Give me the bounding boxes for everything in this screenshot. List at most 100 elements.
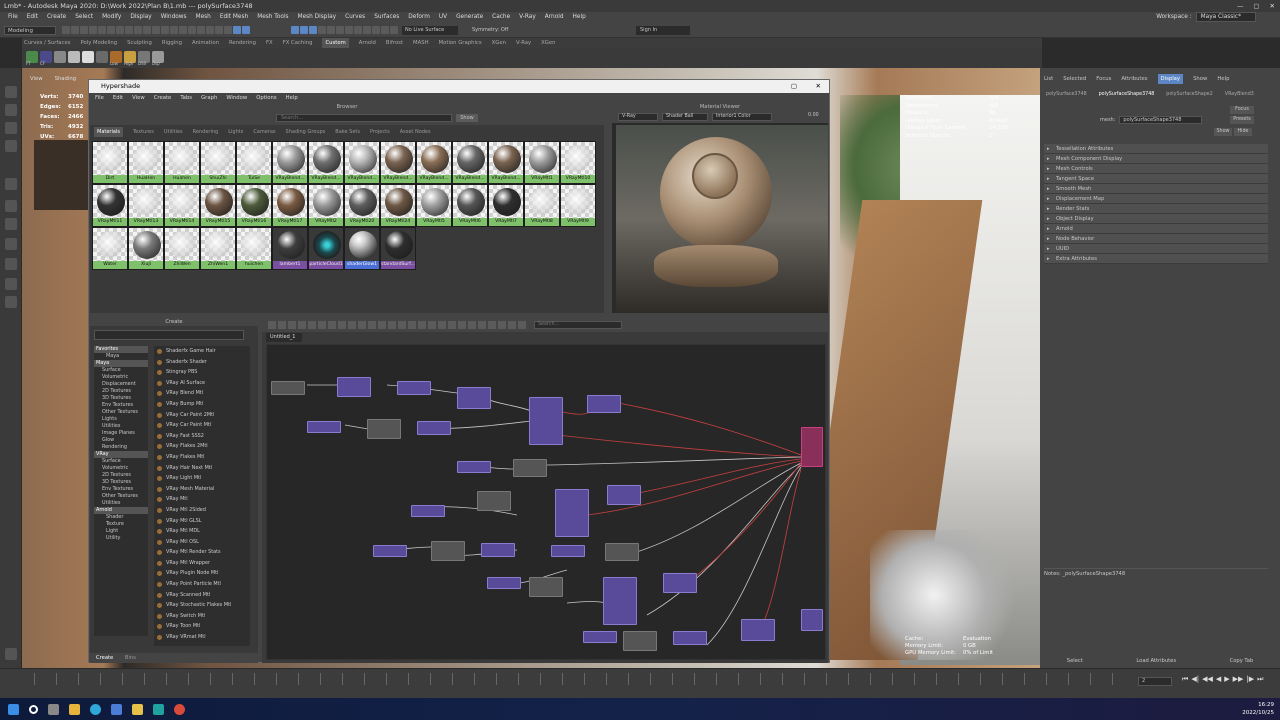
maximize-icon[interactable]: ▢ [1253, 0, 1259, 12]
status-tool-icon[interactable] [336, 26, 344, 34]
graph-tool-icon[interactable] [338, 321, 346, 329]
playback-icon[interactable]: ◀◀ [1202, 675, 1213, 684]
material-swatch[interactable]: VRayBlend... [272, 141, 308, 184]
tree-item-3d-textures[interactable]: 3D Textures [94, 479, 148, 486]
graph-node[interactable] [605, 543, 639, 561]
task-view-icon[interactable] [48, 703, 59, 715]
shelf-tab-v-ray[interactable]: V-Ray [516, 38, 531, 48]
material-swatch[interactable]: VRayBlend... [344, 141, 380, 184]
maya-icon[interactable] [153, 703, 164, 715]
material-swatch[interactable]: VRayMtl16 [236, 184, 272, 227]
tool-icon[interactable] [5, 86, 17, 98]
graph-node[interactable] [551, 545, 585, 557]
graph-node[interactable] [373, 545, 407, 557]
menu-mesh-tools[interactable]: Mesh Tools [257, 12, 288, 23]
tool-icon[interactable] [5, 200, 17, 212]
sign-in-button[interactable]: Sign In [636, 26, 690, 35]
graph-tool-icon[interactable] [358, 321, 366, 329]
create-node-item[interactable]: Shaderfx Shader [154, 357, 250, 368]
hypershade-menu-file[interactable]: File [95, 93, 104, 103]
hypershade-menu-graph[interactable]: Graph [201, 93, 217, 103]
graph-tool-icon[interactable] [478, 321, 486, 329]
status-tool-icon[interactable] [98, 26, 106, 34]
create-node-item[interactable]: VRay Mtl 2Sided [154, 505, 250, 516]
create-node-item[interactable]: VRay Mesh Material [154, 484, 250, 495]
graph-node[interactable] [555, 489, 589, 537]
status-tool-icon[interactable] [71, 26, 79, 34]
playback-icon[interactable]: ◀| [1191, 675, 1199, 684]
graph-node[interactable] [603, 577, 637, 625]
graph-node[interactable] [741, 619, 775, 641]
graph-tool-icon[interactable] [268, 321, 276, 329]
create-node-item[interactable]: VRay Mtl MDL [154, 526, 250, 537]
graph-tool-icon[interactable] [348, 321, 356, 329]
material-swatch[interactable]: VRayMtl2 [308, 184, 344, 227]
tree-item-2d-textures[interactable]: 2D Textures [94, 388, 148, 395]
graph-tool-icon[interactable] [318, 321, 326, 329]
create-node-item[interactable]: VRay Bump Mtl [154, 399, 250, 410]
material-swatch[interactable]: VRayMtl14 [164, 184, 200, 227]
material-swatch[interactable]: VRayMtl8 [524, 184, 560, 227]
graph-node[interactable] [457, 387, 491, 409]
playback-icon[interactable]: ⏭ [1257, 675, 1263, 684]
menu-cache[interactable]: Cache [492, 12, 510, 23]
chrome-icon[interactable] [174, 703, 185, 715]
ae-menu-attributes[interactable]: Attributes [1121, 74, 1147, 84]
tree-item-light[interactable]: Light [94, 528, 148, 535]
shelf-tab-curves-surfaces[interactable]: Curves / Surfaces [24, 38, 70, 48]
tool-icon[interactable] [5, 296, 17, 308]
graph-node[interactable] [801, 609, 823, 631]
status-tool-icon[interactable] [125, 26, 133, 34]
tree-item-other-textures[interactable]: Other Textures [94, 493, 148, 500]
graph-node[interactable] [271, 381, 305, 395]
attr-section-mesh-component-display[interactable]: Mesh Component Display [1044, 154, 1268, 164]
material-swatch[interactable]: Huahen [164, 141, 200, 184]
graph-node[interactable] [529, 577, 563, 597]
create-node-item[interactable]: VRay VRmat Mtl [154, 632, 250, 643]
graph-node[interactable] [513, 459, 547, 477]
exposure-value[interactable]: 0.00 [808, 113, 819, 118]
material-swatch[interactable]: HuaHen [128, 141, 164, 184]
playback-icon[interactable]: ▶ [1224, 675, 1229, 684]
status-tool-icon[interactable] [215, 26, 223, 34]
system-clock[interactable]: 16:29 2022/10/25 [1242, 701, 1274, 717]
shelf-tab-arnold[interactable]: Arnold [359, 38, 376, 48]
tree-item-rendering[interactable]: Rendering [94, 444, 148, 451]
graph-tool-icon[interactable] [288, 321, 296, 329]
ae-menu-list[interactable]: List [1044, 74, 1053, 84]
graph-tool-icon[interactable] [488, 321, 496, 329]
material-swatch[interactable]: Dirt [92, 141, 128, 184]
menu-select[interactable]: Select [75, 12, 93, 23]
graph-node[interactable] [623, 631, 657, 651]
tree-item-utilities[interactable]: Utilities [94, 500, 148, 507]
geometry-dropdown[interactable]: Shader Ball [662, 113, 708, 121]
graph-node[interactable] [417, 421, 451, 435]
graph-node[interactable] [367, 419, 401, 439]
hypershade-close-icon[interactable]: ✕ [816, 80, 821, 93]
status-tool-icon[interactable] [318, 26, 326, 34]
attr-section-tangent-space[interactable]: Tangent Space [1044, 174, 1268, 184]
status-tool-icon[interactable] [170, 26, 178, 34]
browser-tab-bake-sets[interactable]: Bake Sets [335, 127, 360, 137]
workspace-dropdown[interactable]: Maya Classic* [1195, 12, 1256, 22]
tool-icon[interactable] [5, 218, 17, 230]
material-swatch[interactable]: VRayMtl15 [200, 184, 236, 227]
presets-button[interactable]: Presets [1230, 116, 1254, 124]
shelf-tab-fx[interactable]: FX [266, 38, 273, 48]
material-swatch[interactable]: XiuJi [128, 227, 164, 270]
create-node-item[interactable]: VRay Point Particle Mtl [154, 579, 250, 590]
tree-item-3d-textures[interactable]: 3D Textures [94, 395, 148, 402]
graph-tool-icon[interactable] [428, 321, 436, 329]
create-node-item[interactable]: VRay Toon Mtl [154, 621, 250, 632]
menu-mesh[interactable]: Mesh [196, 12, 211, 23]
ae-menu-show[interactable]: Show [1193, 74, 1207, 84]
tree-item-maya[interactable]: Maya [94, 353, 148, 360]
tree-item-env-textures[interactable]: Env Textures [94, 402, 148, 409]
browser-tab-projects[interactable]: Projects [370, 127, 390, 137]
tool-icon[interactable] [5, 104, 17, 116]
graph-node[interactable] [529, 397, 563, 445]
tool-icon[interactable] [5, 278, 17, 290]
status-tool-icon[interactable] [206, 26, 214, 34]
edge-icon[interactable] [90, 703, 101, 715]
material-swatch[interactable]: VRayMtl1 [524, 141, 560, 184]
